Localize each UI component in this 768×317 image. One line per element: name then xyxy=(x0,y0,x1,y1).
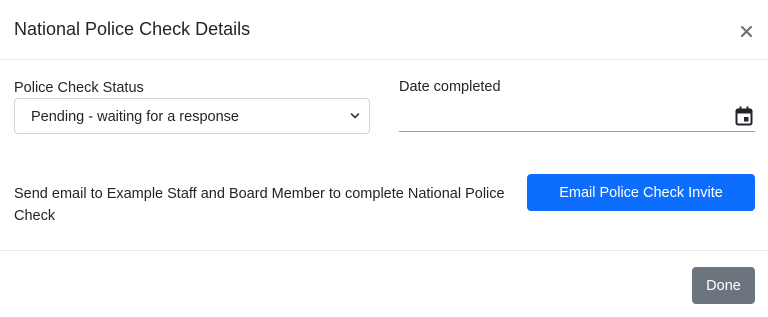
status-select[interactable]: Pending - waiting for a response xyxy=(14,98,370,134)
police-check-modal: National Police Check Details Police Che… xyxy=(0,0,768,317)
modal-header: National Police Check Details xyxy=(0,0,768,60)
date-completed-label: Date completed xyxy=(399,79,501,95)
date-completed-input[interactable] xyxy=(399,100,755,132)
modal-title: National Police Check Details xyxy=(14,19,251,39)
close-button[interactable] xyxy=(736,16,756,40)
chevron-down-icon xyxy=(350,113,360,119)
modal-footer: Done xyxy=(0,251,768,317)
calendar-icon[interactable] xyxy=(735,106,753,126)
email-invite-button[interactable]: Email Police Check Invite xyxy=(527,174,755,211)
close-icon xyxy=(740,25,752,37)
status-label: Police Check Status xyxy=(14,80,144,96)
modal-body: Police Check Status Pending - waiting fo… xyxy=(0,60,768,251)
status-selected-value: Pending - waiting for a response xyxy=(31,109,239,125)
invite-message: Send email to Example Staff and Board Me… xyxy=(14,186,505,224)
done-button[interactable]: Done xyxy=(692,267,755,304)
